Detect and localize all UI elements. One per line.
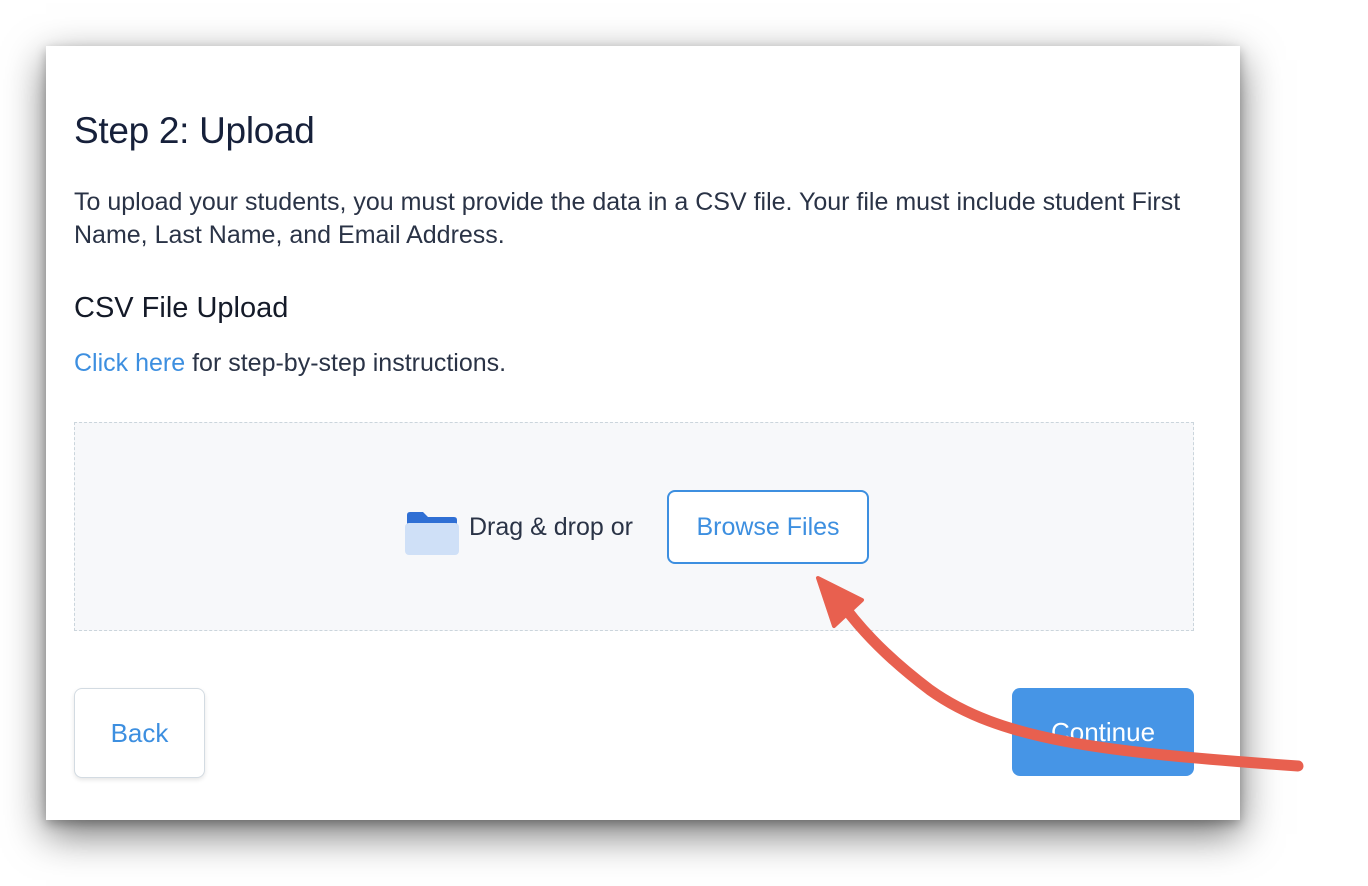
upload-dialog: Step 2: Upload To upload your students, …	[46, 46, 1240, 820]
upload-description: To upload your students, you must provid…	[74, 188, 1181, 249]
section-title: CSV File Upload	[74, 292, 289, 324]
file-dropzone[interactable]: Drag & drop or Browse Files	[74, 422, 1194, 631]
instructions-link[interactable]: Click here	[74, 349, 185, 377]
screenshot-stage: Step 2: Upload To upload your students, …	[0, 0, 1368, 886]
instructions-text: Click here for step-by-step instructions…	[74, 349, 506, 378]
page-title: Step 2: Upload	[74, 110, 315, 151]
drag-drop-text: Drag & drop or	[469, 513, 633, 541]
back-button[interactable]: Back	[74, 688, 205, 778]
folder-icon	[405, 512, 459, 555]
continue-button[interactable]: Continue	[1012, 688, 1194, 776]
instructions-rest: for step-by-step instructions.	[185, 349, 507, 377]
browse-files-button[interactable]: Browse Files	[667, 490, 869, 564]
